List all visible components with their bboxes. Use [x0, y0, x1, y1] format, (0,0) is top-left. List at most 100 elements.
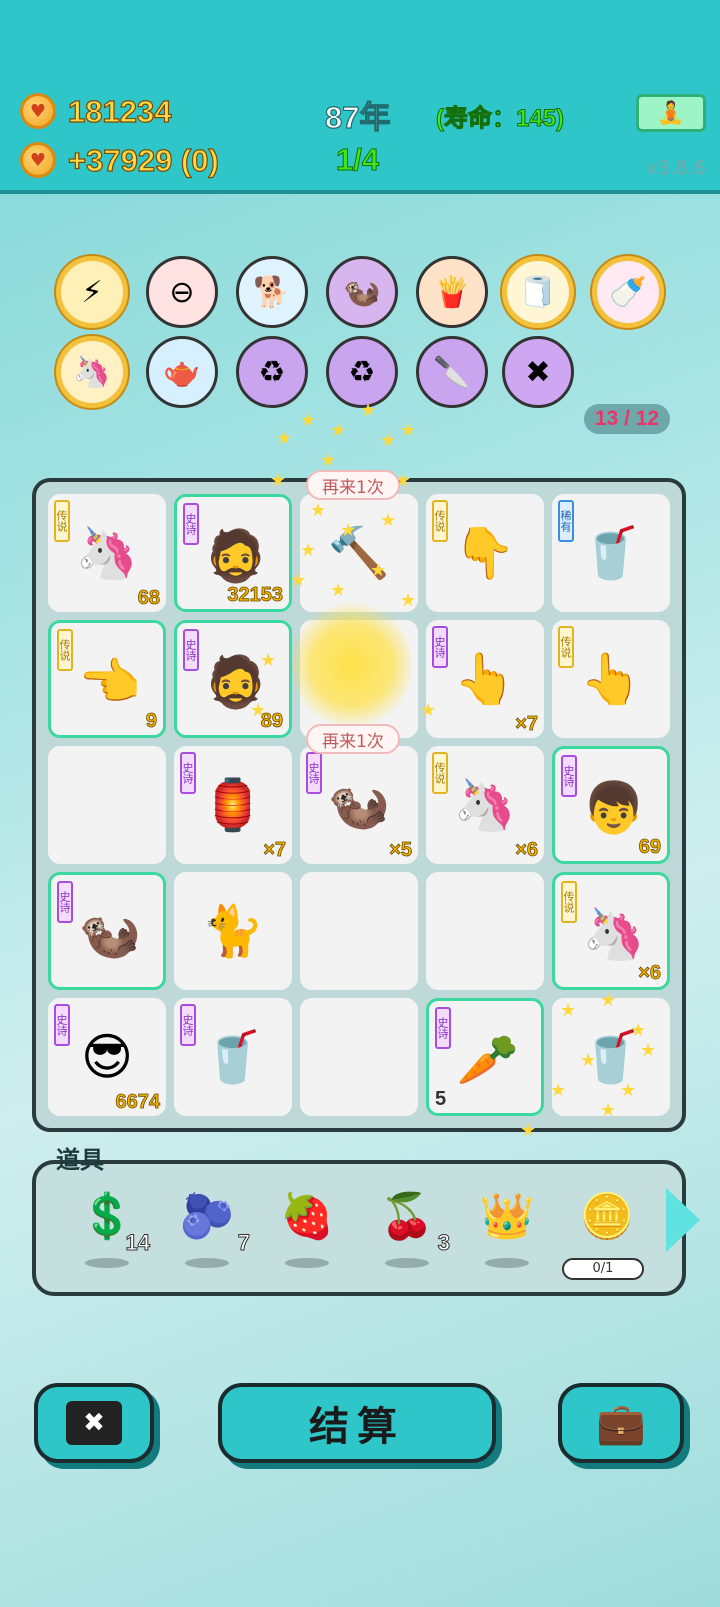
item-value: 68	[137, 587, 160, 610]
board-cell[interactable]: 史诗 🥤	[174, 998, 292, 1116]
star-particle-icon: ★	[400, 420, 417, 441]
retry-bubble: 再来1次	[306, 470, 400, 500]
skill-slot[interactable]: 🍟	[416, 256, 488, 328]
item-value: 89	[260, 710, 283, 733]
skill-slot[interactable]: 🔪	[416, 336, 488, 408]
crown-icon: 👑	[479, 1191, 535, 1242]
tissue-box-icon: 🧻	[519, 274, 557, 310]
pointing-finger-icon: 👆	[579, 649, 643, 708]
skill-slot[interactable]: ⊖	[146, 256, 218, 328]
board-cell[interactable]: 史诗 🦦	[48, 872, 166, 990]
board-cell[interactable]: 传说 👈 9	[48, 620, 166, 738]
skill-slot[interactable]: ♻	[326, 336, 398, 408]
skill-slot[interactable]: 🧻	[502, 256, 574, 328]
board-cell[interactable]: 稀有 🥤	[552, 494, 670, 612]
cleaver-icon: 🔪	[433, 354, 471, 390]
prop-slot[interactable]: 🪙 0/1	[562, 1168, 644, 1280]
recycle-icon: ♻	[348, 354, 376, 390]
rabbit-house-icon: 🏮	[201, 775, 265, 834]
item-value: ×5	[389, 839, 413, 862]
cat-icon: 🐈	[201, 901, 265, 960]
board-cell[interactable]: 传说 👇	[426, 494, 544, 612]
carrot-icon: 🥕	[456, 1030, 520, 1089]
blueberry-icon: 🫐	[179, 1191, 235, 1242]
item-value: 9	[145, 710, 157, 733]
star-particle-icon: ★	[380, 430, 397, 451]
skill-slot[interactable]: 🍼	[592, 256, 664, 328]
pointing-finger-icon: 👆	[453, 649, 517, 708]
game-board: 传说 🦄 68 史诗 🧔 32153 🔨 传说 👇 稀有 🥤 传说 👈 9 史诗 🧔 89 史诗 👆 ×7 传说 👆 史诗 🏮…	[32, 478, 686, 1132]
skill-slot[interactable]: ✖	[502, 336, 574, 408]
star-particle-icon: ★	[320, 450, 337, 471]
skill-slot[interactable]: 🦦	[326, 256, 398, 328]
board-cell[interactable]: 史诗 👦 69	[552, 746, 670, 864]
meditate-icon: 🧘	[657, 100, 685, 126]
board-cell[interactable]: 史诗 🥕 5	[426, 998, 544, 1116]
item-value: ×7	[263, 839, 287, 862]
props-next-arrow-icon[interactable]	[666, 1188, 700, 1252]
version-label: v3.8.6	[646, 157, 706, 179]
board-cell[interactable]: 🐈	[174, 872, 292, 990]
board-cell[interactable]: 传说 🦄 ×6	[552, 872, 670, 990]
star-particle-icon: ★	[300, 410, 317, 431]
board-cell[interactable]: 传说 👆	[552, 620, 670, 738]
prop-slot[interactable]: 💲 14	[70, 1168, 151, 1268]
board-cell[interactable]: 史诗 🏮 ×7	[174, 746, 292, 864]
item-value: 5	[435, 1088, 447, 1110]
prop-slot[interactable]: 👑	[470, 1168, 544, 1268]
breast-pump-icon: 🍼	[609, 274, 647, 310]
prop-count: 7	[237, 1230, 250, 1256]
delete-button[interactable]: ✖	[34, 1383, 154, 1463]
item-value: 32153	[227, 584, 283, 607]
skill-slot[interactable]: 🦄	[56, 336, 128, 408]
gravy-boat-icon: 🫖	[163, 354, 201, 390]
board-cell[interactable]: 史诗 🧔 89	[174, 620, 292, 738]
unicorn-icon: 🦄	[73, 354, 111, 390]
otters-icon: 🦦	[343, 274, 381, 310]
board-cell[interactable]: 🥤	[552, 998, 670, 1116]
lifespan-label: (寿命：145)	[435, 105, 565, 133]
skill-slot[interactable]: 🐕	[236, 256, 308, 328]
meditate-button[interactable]: 🧘	[636, 94, 706, 132]
prop-slot[interactable]: 🍒 3	[370, 1168, 451, 1268]
board-cell[interactable]: 史诗 👆 ×7	[426, 620, 544, 738]
milk-tea-icon: 🥤	[579, 523, 643, 582]
board-cell[interactable]	[426, 872, 544, 990]
coin-stack-icon: 🪙	[579, 1191, 635, 1242]
prop-shadow	[185, 1258, 229, 1268]
pointing-finger-icon: 👇	[453, 523, 517, 582]
bag-button[interactable]: 💼	[558, 1383, 684, 1463]
skill-slot[interactable]: ♻	[236, 336, 308, 408]
recycle-icon: ♻	[258, 354, 286, 390]
board-cell[interactable]: 史诗 🦦 ×5	[300, 746, 418, 864]
prop-shadow	[285, 1258, 329, 1268]
otter-icon: 🦦	[327, 775, 391, 834]
settle-button[interactable]: 结算	[218, 1383, 496, 1463]
prop-shadow	[485, 1258, 529, 1268]
board-cell[interactable]	[48, 746, 166, 864]
board-cell[interactable]	[300, 872, 418, 990]
dog-icon: 🐕	[253, 274, 291, 310]
board-cell[interactable]: 传说 🦄 ×6	[426, 746, 544, 864]
item-value: 6674	[115, 1091, 160, 1114]
props-panel: 💲 14 🫐 7 🍓 🍒 3 👑 🪙 0/1	[32, 1160, 686, 1296]
board-cell[interactable]: 史诗 🧔 32153	[174, 494, 292, 612]
skill-counter: 13 / 12	[584, 404, 670, 434]
delete-icon: ✖	[66, 1401, 122, 1445]
unicorn-icon: 🦄	[75, 523, 139, 582]
skill-slot[interactable]: 🫖	[146, 336, 218, 408]
skill-slot[interactable]: ⚡	[56, 256, 128, 328]
prop-slot[interactable]: 🫐 7	[170, 1168, 251, 1268]
prop-count: 3	[437, 1230, 450, 1256]
props-title: 道具	[56, 1146, 104, 1174]
board-cell[interactable]	[300, 998, 418, 1116]
prop-shadow	[385, 1258, 429, 1268]
prop-slot[interactable]: 🍓	[270, 1168, 344, 1268]
minus-icon: ⊖	[169, 274, 195, 310]
board-cell[interactable]: 传说 🦄 68	[48, 494, 166, 612]
board-cell[interactable]	[300, 620, 418, 738]
board-cell[interactable]: 🔨	[300, 494, 418, 612]
year-label: 87年	[324, 99, 391, 135]
board-cell[interactable]: 史诗 😎 6674	[48, 998, 166, 1116]
fries-icon: 🍟	[433, 274, 471, 310]
